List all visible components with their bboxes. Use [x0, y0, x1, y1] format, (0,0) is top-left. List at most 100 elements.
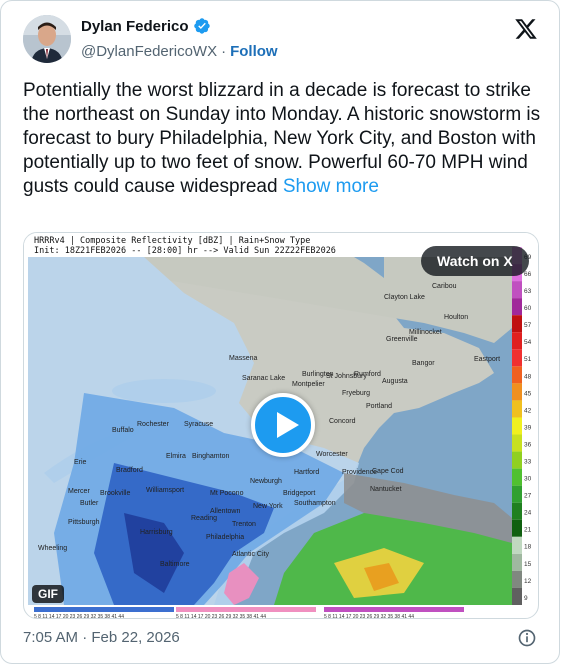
scale-swatch [512, 417, 522, 435]
scale-swatch [512, 332, 522, 350]
city-label: Augusta [382, 378, 408, 385]
city-label: Williamsport [146, 487, 184, 494]
city-label: Caribou [432, 283, 457, 290]
city-label: Houlton [444, 314, 468, 321]
tweet-body: Potentially the worst blizzard in a deca… [23, 80, 541, 197]
verified-badge-icon [193, 18, 210, 34]
scale-swatch [512, 536, 522, 554]
city-label: Nantucket [370, 486, 402, 493]
city-label: New York [253, 503, 283, 510]
scale-label: 27 [524, 493, 532, 500]
scale-label: 30 [524, 476, 532, 483]
follow-button[interactable]: Follow [230, 43, 278, 60]
scale-label: 21 [524, 527, 532, 534]
author-handle-row: @DylanFedericoWX · Follow [81, 43, 278, 60]
avatar[interactable] [23, 15, 71, 63]
city-label: Atlantic City [232, 551, 269, 558]
city-label: Syracuse [184, 421, 213, 428]
city-label: Bangor [412, 360, 435, 367]
scale-swatch [512, 485, 522, 503]
city-label: Allentown [210, 508, 240, 515]
scale-label: 9 [524, 595, 528, 602]
show-more-link[interactable]: Show more [283, 176, 379, 197]
city-label: Reading [191, 515, 217, 522]
city-label: Cape Cod [372, 468, 404, 475]
scale-swatch [512, 553, 522, 571]
scale-swatch [512, 315, 522, 333]
scale-swatch [512, 400, 522, 418]
scale-label: 48 [524, 373, 532, 380]
scale-label: 18 [524, 544, 532, 551]
city-label: Trenton [232, 521, 256, 528]
city-label: Harrisburg [140, 529, 173, 536]
scale-swatch [512, 519, 522, 537]
city-label: Hartford [294, 469, 319, 476]
city-label: Butler [80, 500, 99, 507]
scale-swatch [512, 298, 522, 316]
city-label: Brookville [100, 490, 130, 497]
scale-swatch [512, 468, 522, 486]
scale-label: 66 [524, 271, 532, 278]
scale-swatch [512, 451, 522, 469]
city-label: Worcester [316, 451, 348, 458]
video-media[interactable]: Caribou Clayton Lake Houlton Millinocket… [23, 232, 539, 619]
city-label: Fryeburg [342, 390, 370, 397]
scale-swatch [512, 502, 522, 520]
map-header: HRRRv4 | Composite Reflectivity [dBZ] | … [34, 236, 336, 256]
avatar-image [23, 15, 71, 63]
scale-label: 12 [524, 578, 532, 585]
tweet-timestamp[interactable]: 7:05 AM · Feb 22, 2026 [23, 629, 180, 646]
city-label: Portland [366, 403, 392, 410]
scale-swatch [512, 349, 522, 367]
city-label: Bradford [116, 467, 143, 474]
scale-label: 24 [524, 510, 532, 517]
city-label: Millinocket [409, 329, 442, 336]
svg-text:5 8 11 14 17 20 23 26 29 32 35: 5 8 11 14 17 20 23 26 29 32 35 38 41 44 [176, 614, 266, 619]
city-label: Bridgeport [283, 490, 315, 497]
city-label: Saranac Lake [242, 375, 285, 382]
scale-label: 33 [524, 459, 532, 466]
city-label: Philadelphia [206, 534, 244, 541]
map-init: Init: 18Z21FEB2026 -- [28:00] hr --> Val… [34, 246, 336, 256]
separator-dot: · [221, 43, 227, 60]
scale-label: 51 [524, 356, 532, 363]
city-label: Mercer [68, 488, 90, 495]
city-label: Newburgh [250, 478, 282, 485]
x-logo-icon[interactable] [514, 17, 538, 41]
watch-on-x-button[interactable]: Watch on X [421, 246, 529, 276]
scale-label: 42 [524, 407, 532, 414]
city-label: Buffalo [112, 427, 134, 434]
scale-label: 60 [524, 305, 532, 312]
svg-text:5 8 11 14 17 20 23 26 29 32 35: 5 8 11 14 17 20 23 26 29 32 35 38 41 44 [324, 614, 414, 619]
scale-label: 15 [524, 561, 532, 568]
city-label: Clayton Lake [384, 294, 425, 301]
scale-label: 54 [524, 339, 532, 346]
city-label: Mt Pocono [210, 490, 244, 497]
city-label: Rumford [354, 371, 381, 378]
scale-swatch [512, 383, 522, 401]
author-name-row: Dylan Federico [81, 17, 211, 35]
tweet-card: Dylan Federico @DylanFedericoWX · Follow… [0, 0, 560, 664]
city-label: Elmira [166, 453, 186, 460]
author-handle[interactable]: @DylanFedericoWX [81, 43, 217, 60]
scale-label: 36 [524, 441, 532, 448]
city-label: Rochester [137, 421, 170, 428]
tweet-text: Potentially the worst blizzard in a deca… [23, 79, 543, 199]
city-label: Baltimore [160, 561, 190, 568]
author-display-name[interactable]: Dylan Federico [81, 18, 189, 35]
city-label: Montpelier [292, 381, 325, 388]
city-label: Southampton [294, 500, 336, 507]
scale-swatch [512, 570, 522, 588]
scale-label: 63 [524, 288, 532, 295]
info-icon[interactable] [517, 628, 537, 648]
city-label: Wheeling [38, 545, 67, 552]
scale-label: 57 [524, 322, 532, 329]
play-button[interactable] [251, 393, 315, 457]
city-label: Binghamton [192, 453, 229, 460]
scale-swatch [512, 434, 522, 452]
scale-swatch [512, 281, 522, 299]
city-label: Massena [229, 355, 258, 362]
scale-swatch [512, 366, 522, 384]
city-label: Concord [329, 418, 356, 425]
city-label: Pittsburgh [68, 519, 100, 526]
